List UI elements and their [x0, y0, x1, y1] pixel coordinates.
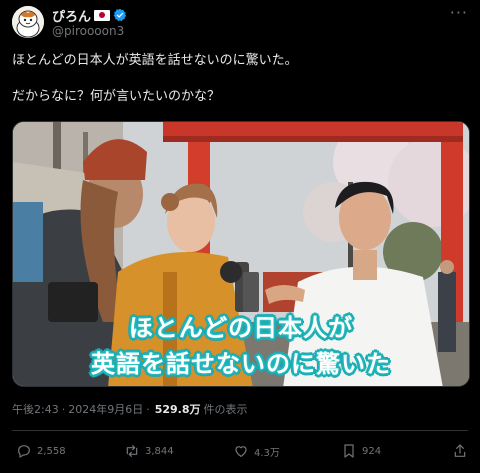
post-date[interactable]: 2024年9月6日: [68, 401, 143, 417]
meta-separator: ·: [61, 402, 66, 416]
video-caption-line-2: 英語を話せないのに驚いた: [91, 350, 391, 378]
author-display-name[interactable]: ぴろん: [52, 6, 91, 25]
avatar[interactable]: [12, 6, 44, 38]
author-handle[interactable]: @piroooon3: [52, 24, 124, 38]
repost-button[interactable]: 3,844: [124, 443, 174, 459]
bookmark-button[interactable]: 924: [341, 443, 381, 459]
avatar-image: [12, 6, 44, 38]
share-icon: [454, 444, 466, 457]
post-meta: 午後2:43 · 2024年9月6日 · 529.8万 件の表示: [12, 401, 248, 417]
post-text-line-1: ほとんどの日本人が英語を話せないのに驚いた。: [12, 53, 298, 68]
like-count: 4.3万: [254, 447, 280, 459]
meta-separator: ·: [146, 402, 150, 416]
bookmark-count: 924: [362, 445, 382, 457]
view-count-label: 件の表示: [203, 403, 248, 416]
view-count: 529.8万: [154, 403, 201, 416]
verified-badge-icon[interactable]: [113, 8, 127, 22]
video-caption-line-1: ほとんどの日本人が: [128, 314, 354, 342]
like-button[interactable]: 4.3万: [233, 443, 280, 459]
reply-count: 2,558: [37, 445, 66, 457]
post-header: ぴろん @piroooon3 ···: [12, 5, 468, 40]
post-media-video[interactable]: ほとんどの日本人が 英語を話せないのに驚いた: [12, 121, 470, 387]
reply-button[interactable]: 2,558: [16, 443, 66, 459]
japan-flag-icon: [94, 9, 111, 21]
post-text-line-2: だからなに？何が言いたいのかな？: [12, 89, 221, 104]
post-time[interactable]: 午後2:43: [12, 401, 59, 417]
post-body: ほとんどの日本人が英語を話せないのに驚いた。 だからなに？何が言いたいのかな？: [12, 52, 468, 124]
bookmark-icon: [344, 444, 354, 458]
heart-icon: [235, 446, 247, 457]
divider: [12, 430, 468, 431]
repost-icon: [126, 445, 138, 457]
author-name-row: ぴろん: [52, 6, 127, 25]
action-bar: 2,558 3,844 4.3万 924: [12, 443, 468, 463]
reply-icon: [18, 445, 30, 458]
more-options-icon[interactable]: ···: [450, 5, 468, 21]
repost-count: 3,844: [145, 445, 174, 457]
share-button[interactable]: [452, 443, 473, 459]
